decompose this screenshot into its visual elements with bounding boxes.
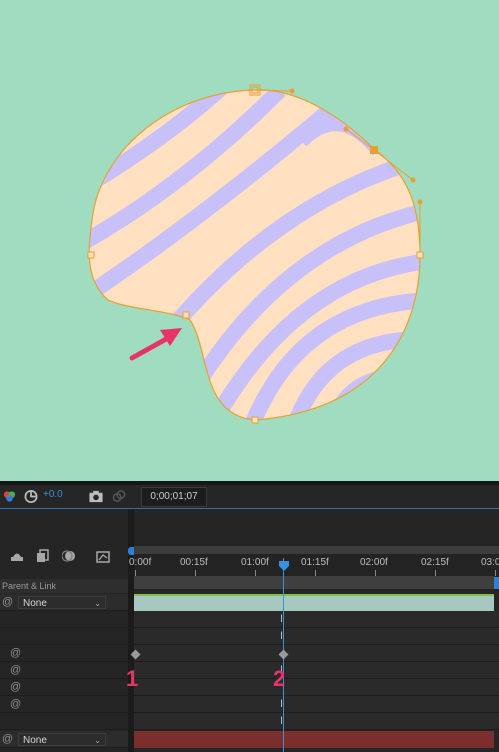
vertex-bottom[interactable] <box>251 416 259 424</box>
snapshot-camera-icon[interactable] <box>88 489 104 504</box>
arrow-icon <box>129 328 182 361</box>
property-track[interactable] <box>134 662 499 679</box>
bezier-handle[interactable] <box>289 88 295 94</box>
parent-link-header: Parent & Link <box>0 579 128 593</box>
color-channels-icon[interactable] <box>2 489 18 504</box>
vertex-indent[interactable] <box>182 311 190 319</box>
property-track <box>134 611 499 628</box>
current-time-display[interactable]: 0;00;01;07 <box>141 487 207 507</box>
layer-duration-bar[interactable] <box>134 731 494 748</box>
shape-layer-canvas[interactable] <box>0 0 499 481</box>
ruler-label: 0:00f <box>129 557 152 568</box>
property-row <box>0 628 128 645</box>
time-navigator[interactable] <box>134 546 499 554</box>
viewer-toolbar <box>0 485 499 509</box>
property-track <box>134 628 499 645</box>
vertex-right[interactable] <box>416 251 424 259</box>
motion-blur-icon[interactable] <box>62 549 76 563</box>
expression-marker-icon: I <box>280 698 284 710</box>
property-row <box>0 611 128 628</box>
ruler-label: 00:15f <box>180 557 208 568</box>
property-track <box>134 713 499 730</box>
bezier-handle[interactable] <box>343 126 349 132</box>
ruler-label: 01:00f <box>241 557 269 568</box>
parent-dropdown-value: None <box>23 735 47 746</box>
annotation-number-1: 1 <box>126 666 139 691</box>
ruler-label: 03:0 <box>481 557 499 568</box>
ruler-label: 02:00f <box>360 557 388 568</box>
graph-editor-icon[interactable] <box>96 549 110 563</box>
parent-dropdown[interactable]: None ⌄ <box>18 733 106 746</box>
parent-dropdown-value: None <box>23 598 47 609</box>
frame-blending-icon[interactable] <box>36 549 50 563</box>
expression-marker-icon: I <box>280 715 284 727</box>
property-track[interactable] <box>134 696 499 713</box>
show-snapshot-icon[interactable] <box>111 489 127 504</box>
parent-dropdown[interactable]: None ⌄ <box>18 596 106 609</box>
expression-marker-icon: I <box>280 630 284 642</box>
composition-viewer[interactable] <box>0 0 499 481</box>
layer-duration-bar[interactable] <box>134 594 494 611</box>
work-area-end-handle[interactable] <box>494 577 499 589</box>
exposure-value[interactable]: +0.0 <box>43 489 63 500</box>
bezier-handle[interactable] <box>417 199 423 205</box>
annotation-number-2: 2 <box>273 666 286 691</box>
exposure-reset-icon[interactable] <box>23 489 39 504</box>
ruler-label: 02:15f <box>421 557 449 568</box>
pick-whip-icon[interactable]: @ <box>2 596 14 608</box>
vertex-left[interactable] <box>87 251 95 259</box>
property-row <box>0 713 128 730</box>
current-time-indicator[interactable] <box>278 560 290 572</box>
property-track[interactable] <box>134 645 499 662</box>
pick-whip-icon[interactable]: @ <box>10 664 22 676</box>
chevron-down-icon: ⌄ <box>94 736 101 745</box>
pick-whip-icon[interactable]: @ <box>10 681 22 693</box>
draft-3d-icon[interactable] <box>10 549 24 563</box>
pick-whip-icon[interactable]: @ <box>10 647 22 659</box>
ruler-tick <box>495 570 496 576</box>
vertex-selected[interactable] <box>370 146 378 154</box>
pick-whip-icon[interactable]: @ <box>2 733 14 745</box>
ruler-label: 01:15f <box>301 557 329 568</box>
bezier-handle[interactable] <box>410 177 416 183</box>
pick-whip-icon[interactable]: @ <box>10 698 22 710</box>
work-area-bar[interactable] <box>134 576 494 589</box>
shape-fill <box>89 89 420 420</box>
expression-marker-icon: I <box>280 613 284 625</box>
chevron-down-icon: ⌄ <box>94 599 101 608</box>
property-track[interactable] <box>134 679 499 696</box>
